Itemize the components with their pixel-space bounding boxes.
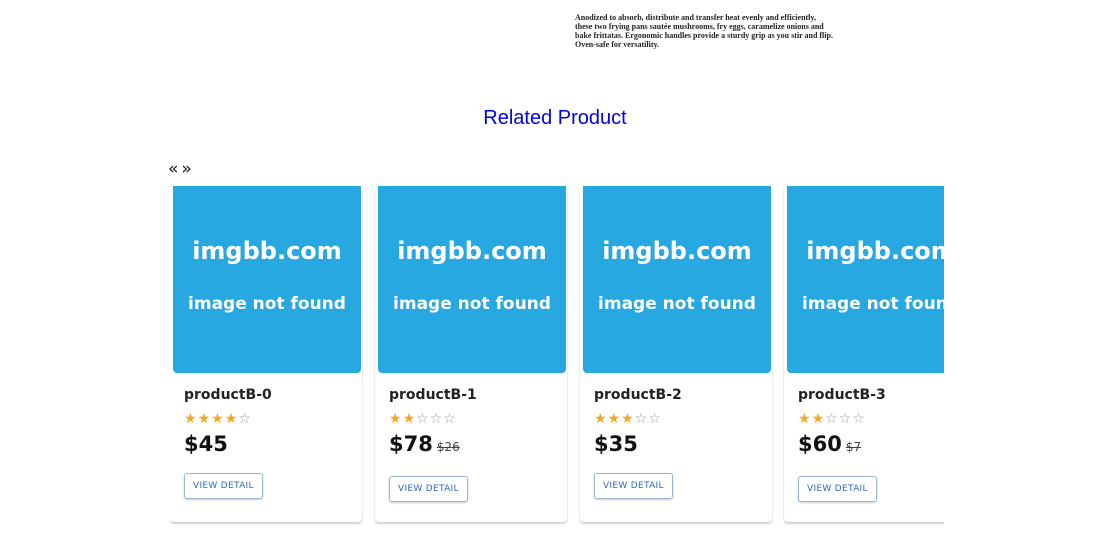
current-price: $60 <box>798 432 842 456</box>
product-description: Anodized to absorb, distribute and trans… <box>575 13 875 49</box>
carousel-prev-button[interactable]: « <box>168 159 178 179</box>
product-image[interactable]: imgbb.com image not found <box>787 186 944 373</box>
star-filled-icon: ★ <box>811 411 826 427</box>
related-products-carousel: imgbb.com image not found productB-0 ★★★… <box>170 186 944 531</box>
product-image[interactable]: imgbb.com image not found <box>583 186 771 373</box>
image-placeholder-message: image not found <box>802 294 944 314</box>
image-placeholder-title: imgbb.com <box>806 237 944 265</box>
product-card: imgbb.com image not found productB-1 ★★☆… <box>375 186 567 522</box>
rating-stars: ★★☆☆☆ <box>389 411 457 427</box>
product-card: imgbb.com image not found productB-0 ★★★… <box>170 186 362 522</box>
star-empty-icon: ☆ <box>416 411 430 427</box>
image-placeholder-message: image not found <box>393 294 551 314</box>
star-filled-icon: ★ <box>211 411 225 427</box>
product-name[interactable]: productB-3 <box>798 387 886 403</box>
carousel-next-button[interactable]: » <box>181 159 191 179</box>
price: $45 <box>184 432 232 456</box>
star-empty-icon: ☆ <box>825 411 839 427</box>
carousel-controls: «» <box>168 159 195 179</box>
star-filled-icon: ★ <box>402 411 417 427</box>
star-empty-icon: ☆ <box>443 411 457 427</box>
product-name[interactable]: productB-2 <box>594 387 682 403</box>
product-card: imgbb.com image not found productB-2 ★★★… <box>580 186 772 522</box>
description-line: these two frying pans sautée mushrooms, … <box>575 22 824 31</box>
star-empty-icon: ☆ <box>852 411 866 427</box>
star-filled-icon: ★ <box>197 411 212 427</box>
star-empty-icon: ☆ <box>238 411 252 427</box>
description-line: Anodized to absorb, distribute and trans… <box>575 13 816 22</box>
current-price: $45 <box>184 432 228 456</box>
star-filled-icon: ★ <box>621 411 635 427</box>
product-image[interactable]: imgbb.com image not found <box>173 186 361 373</box>
image-placeholder-title: imgbb.com <box>192 237 342 265</box>
star-empty-icon: ☆ <box>429 411 444 427</box>
description-line: Oven-safe for versatility. <box>575 40 660 49</box>
rating-stars: ★★★☆☆ <box>594 411 662 427</box>
price: $78 $26 <box>389 432 460 456</box>
star-empty-icon: ☆ <box>838 411 853 427</box>
current-price: $35 <box>594 432 638 456</box>
product-image[interactable]: imgbb.com image not found <box>378 186 566 373</box>
star-empty-icon: ☆ <box>648 411 662 427</box>
star-filled-icon: ★ <box>798 411 812 427</box>
product-card: imgbb.com image not found productB-3 ★★☆… <box>784 186 944 522</box>
price: $60 $7 <box>798 432 861 456</box>
description-line: bake frittatas. Ergonomic handles provid… <box>575 31 833 40</box>
view-detail-button[interactable]: VIEW DETAIL <box>798 476 877 502</box>
rating-stars: ★★★★☆ <box>184 411 252 427</box>
image-placeholder-message: image not found <box>598 294 756 314</box>
image-placeholder-message: image not found <box>188 294 346 314</box>
old-price: $7 <box>845 440 862 454</box>
image-placeholder-title: imgbb.com <box>602 237 752 265</box>
related-product-title: Related Product <box>483 107 627 129</box>
view-detail-button[interactable]: VIEW DETAIL <box>184 473 263 499</box>
rating-stars: ★★☆☆☆ <box>798 411 866 427</box>
price: $35 <box>594 432 642 456</box>
product-name[interactable]: productB-0 <box>184 387 272 403</box>
view-detail-button[interactable]: VIEW DETAIL <box>594 473 673 499</box>
star-filled-icon: ★ <box>607 411 622 427</box>
star-empty-icon: ☆ <box>634 411 649 427</box>
star-filled-icon: ★ <box>389 411 403 427</box>
star-filled-icon: ★ <box>224 411 239 427</box>
image-placeholder-title: imgbb.com <box>397 237 547 265</box>
view-detail-button[interactable]: VIEW DETAIL <box>389 476 468 502</box>
current-price: $78 <box>389 432 433 456</box>
old-price: $26 <box>436 440 460 454</box>
star-filled-icon: ★ <box>594 411 608 427</box>
product-name[interactable]: productB-1 <box>389 387 477 403</box>
star-filled-icon: ★ <box>184 411 198 427</box>
